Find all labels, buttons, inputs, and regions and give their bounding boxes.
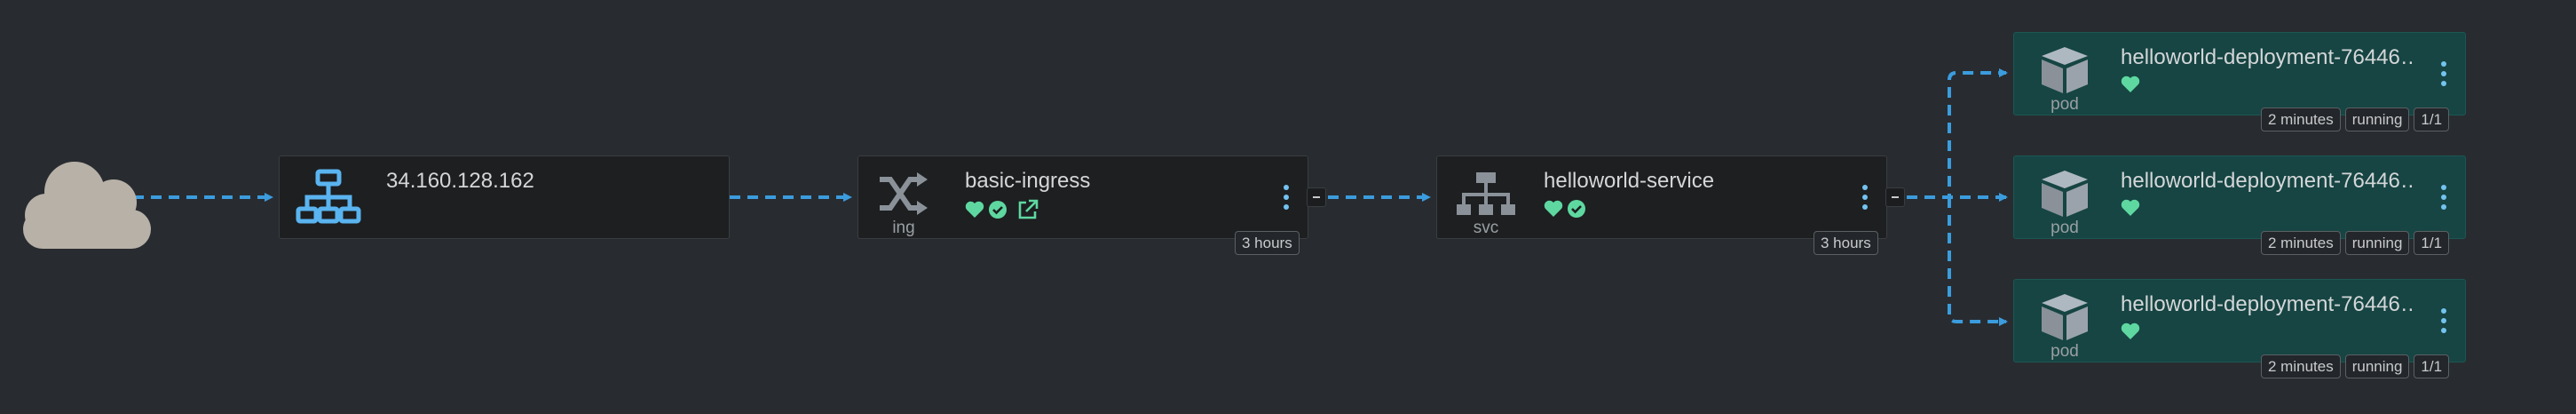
ready-badge: 1/1	[2414, 231, 2450, 255]
pod-badges: 2 minutes running 1/1	[2261, 107, 2450, 131]
cube-icon	[2039, 292, 2090, 346]
pod-status	[2121, 199, 2140, 217]
pod-menu-button[interactable]	[2435, 303, 2453, 338]
cube-icon	[2039, 45, 2090, 100]
ingress-connector[interactable]	[1307, 187, 1326, 207]
external-link-icon[interactable]	[1016, 199, 1039, 220]
age-badge: 2 minutes	[2261, 231, 2341, 255]
pod-status	[2121, 322, 2140, 340]
hierarchy-icon	[1457, 172, 1515, 221]
ready-badge: 1/1	[2414, 107, 2450, 131]
resource-kind: ing	[892, 219, 915, 237]
resource-kind: svc	[1473, 219, 1499, 237]
ingress-status	[965, 199, 1039, 220]
heart-icon	[1544, 200, 1563, 217]
resource-kind: pod	[2051, 342, 2079, 361]
service-badges: 3 hours	[1813, 231, 1878, 255]
ingress-menu-button[interactable]	[1277, 179, 1295, 215]
resource-kind: pod	[2051, 219, 2079, 237]
ready-badge: 1/1	[2414, 354, 2450, 378]
cloud-icon	[23, 162, 151, 249]
pod-name: helloworld-deployment-76446…	[2121, 45, 2414, 69]
cube-icon	[2039, 169, 2090, 223]
service-name: helloworld-service	[1544, 169, 1715, 193]
pod-node[interactable]: pod helloworld-deployment-76446…	[2013, 279, 2466, 362]
service-connector[interactable]	[1885, 187, 1905, 207]
heart-icon	[2121, 199, 2140, 216]
age-badge: 2 minutes	[2261, 354, 2341, 378]
check-circle-icon	[1568, 200, 1585, 218]
pod-name: helloworld-deployment-76446…	[2121, 169, 2414, 193]
network-graph: 34.160.128.162 ing basic-ingress 3 hours…	[0, 0, 2576, 414]
pod-name: helloworld-deployment-76446…	[2121, 292, 2414, 316]
state-badge: running	[2344, 354, 2410, 378]
age-badge: 2 minutes	[2261, 107, 2341, 131]
pod-node[interactable]: pod helloworld-deployment-76446…	[2013, 155, 2466, 239]
age-badge: 3 hours	[1235, 231, 1300, 255]
heart-icon	[2121, 322, 2140, 339]
edge-service-to-pod-1	[1907, 68, 2008, 199]
pod-menu-button[interactable]	[2435, 56, 2453, 92]
pod-node[interactable]: pod helloworld-deployment-76446…	[2013, 32, 2466, 115]
service-status	[1544, 199, 1586, 219]
check-circle-icon	[989, 201, 1007, 219]
ingress-node[interactable]: ing basic-ingress	[857, 155, 1308, 239]
resource-kind: pod	[2051, 95, 2079, 114]
service-menu-button[interactable]	[1856, 179, 1874, 215]
load-balancer-node[interactable]: 34.160.128.162	[279, 155, 730, 239]
age-badge: 3 hours	[1813, 231, 1878, 255]
state-badge: running	[2344, 231, 2410, 255]
pod-badges: 2 minutes running 1/1	[2261, 354, 2450, 378]
pod-badges: 2 minutes running 1/1	[2261, 231, 2450, 255]
load-balancer-address: 34.160.128.162	[386, 169, 534, 193]
ingress-name: basic-ingress	[965, 169, 1091, 193]
state-badge: running	[2344, 107, 2410, 131]
service-node[interactable]: svc helloworld-service	[1436, 155, 1887, 239]
edge-service-to-pod-3	[1948, 197, 2008, 326]
pod-status	[2121, 76, 2140, 93]
pod-menu-button[interactable]	[2435, 179, 2453, 215]
ingress-badges: 3 hours	[1235, 231, 1300, 255]
heart-icon	[965, 201, 984, 218]
internet-node[interactable]	[20, 156, 153, 252]
shuffle-icon	[879, 172, 928, 219]
heart-icon	[2121, 76, 2140, 92]
network-icon	[296, 169, 361, 230]
